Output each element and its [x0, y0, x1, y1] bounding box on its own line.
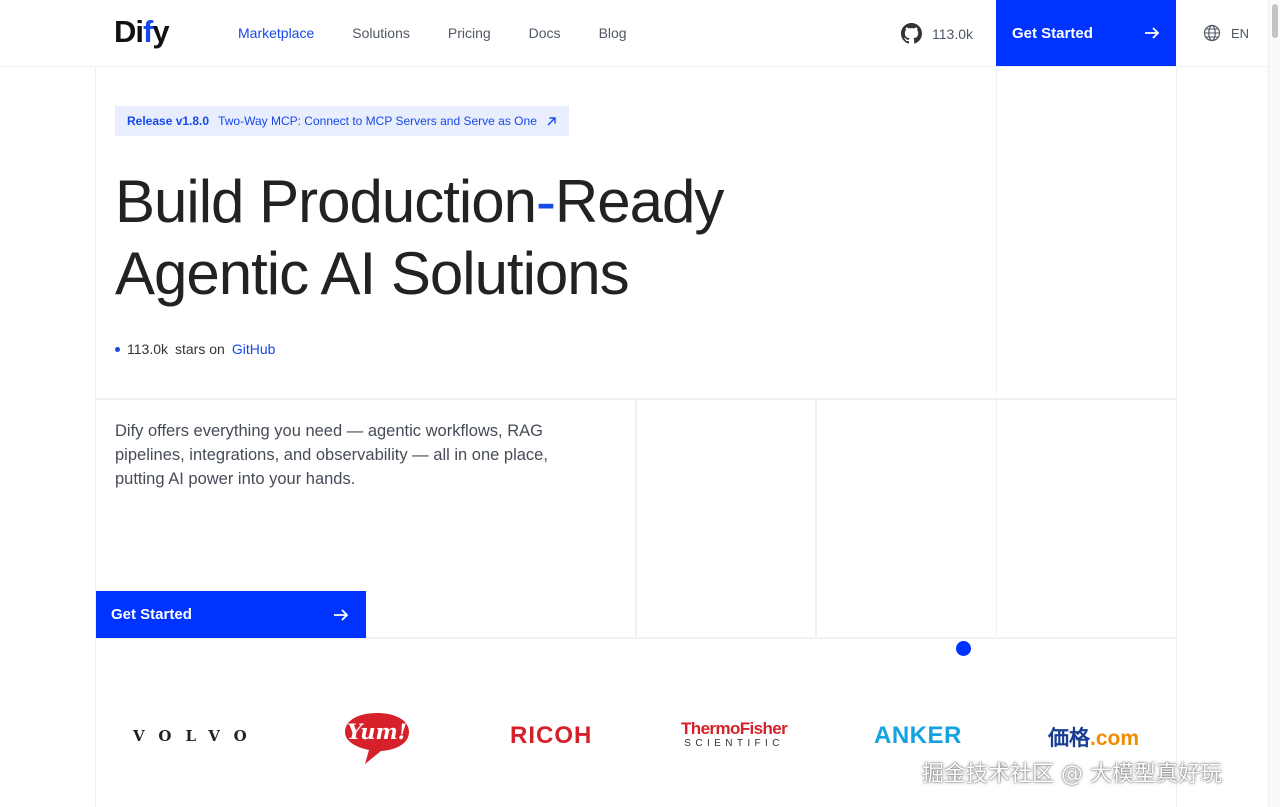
anker-logo: ANKER	[874, 722, 962, 749]
bullet-dot	[115, 346, 120, 352]
get-started-header-label: Get Started	[1012, 24, 1093, 42]
nav-blog[interactable]: Blog	[599, 24, 627, 42]
grid-line	[635, 400, 637, 638]
nav-solutions[interactable]: Solutions	[352, 24, 410, 42]
grid-line	[95, 67, 96, 807]
nav-marketplace[interactable]: Marketplace	[238, 24, 314, 42]
get-started-hero-label: Get Started	[111, 606, 192, 623]
hero-title-line2: Agentic AI Solutions	[115, 240, 630, 307]
grid-line	[815, 400, 817, 638]
ricoh-logo: RICOH	[510, 722, 593, 749]
top-header: Di f y Marketplace Solutions Pricing Docs …	[0, 0, 1268, 67]
language-label: EN	[1231, 25, 1250, 41]
page: Di f y Marketplace Solutions Pricing Docs …	[0, 0, 1280, 807]
stars-text: stars on	[175, 341, 225, 357]
scrollbar-thumb[interactable]	[1272, 4, 1278, 38]
volvo-logo: VOLVO	[133, 727, 261, 745]
kakaku-suffix: .com	[1090, 727, 1140, 750]
logo-mid: f	[143, 14, 153, 49]
globe-icon	[1203, 24, 1221, 42]
logo-left: Di	[114, 14, 144, 49]
github-stars-line: 113.0k stars on GitHub	[115, 341, 275, 357]
arrow-right-icon	[1145, 27, 1160, 39]
yum-logo: Yum!	[343, 710, 411, 771]
github-link[interactable]: GitHub	[232, 341, 276, 357]
github-stars-count: 113.0k	[932, 25, 973, 42]
release-badge[interactable]: Release v1.8.0 Two-Way MCP: Connect to M…	[115, 106, 569, 136]
github-stars-link[interactable]: 113.0k	[901, 23, 973, 44]
nav-pricing[interactable]: Pricing	[448, 24, 491, 42]
hero-title-dash: -	[535, 168, 556, 235]
stars-count: 113.0k	[127, 341, 168, 357]
release-version: Release v1.8.0	[127, 114, 210, 128]
nav-docs[interactable]: Docs	[529, 24, 561, 42]
hero-title: Build Production-Ready Agentic AI Soluti…	[115, 166, 724, 310]
hero-title-part2: Ready	[554, 168, 724, 235]
kakaku-main: 価格	[1048, 727, 1090, 750]
get-started-header-button[interactable]: Get Started	[996, 0, 1176, 66]
get-started-hero-button[interactable]: Get Started	[96, 591, 366, 638]
language-switcher[interactable]: EN	[1203, 24, 1249, 42]
thermo-line1: ThermoFisher	[681, 719, 788, 738]
logo-right: y	[152, 14, 169, 49]
decorative-dot	[956, 641, 971, 656]
thermo-line2: SCIENTIFIC	[684, 738, 784, 749]
kakaku-logo: 価格.com	[1048, 722, 1139, 752]
grid-line	[1176, 67, 1177, 807]
watermark: 掘金技术社区 @ 大模型真好玩	[922, 762, 1222, 787]
hero-description: Dify offers everything you need — agenti…	[115, 422, 548, 488]
svg-text:Yum!: Yum!	[347, 719, 407, 744]
grid-line	[996, 67, 997, 639]
vertical-scrollbar[interactable]	[1268, 0, 1280, 807]
main-nav: Marketplace Solutions Pricing Docs Blog	[238, 24, 665, 42]
dify-logo[interactable]: Di f y	[114, 14, 170, 50]
arrow-up-right-icon	[547, 116, 556, 125]
arrow-right-icon	[334, 608, 349, 621]
release-text: Two-Way MCP: Connect to MCP Servers and …	[218, 114, 537, 128]
hero-title-part1: Build Production	[115, 168, 537, 235]
thermo-fisher-logo: ThermoFisher SCIENTIFIC	[681, 719, 788, 750]
github-icon	[901, 23, 922, 44]
